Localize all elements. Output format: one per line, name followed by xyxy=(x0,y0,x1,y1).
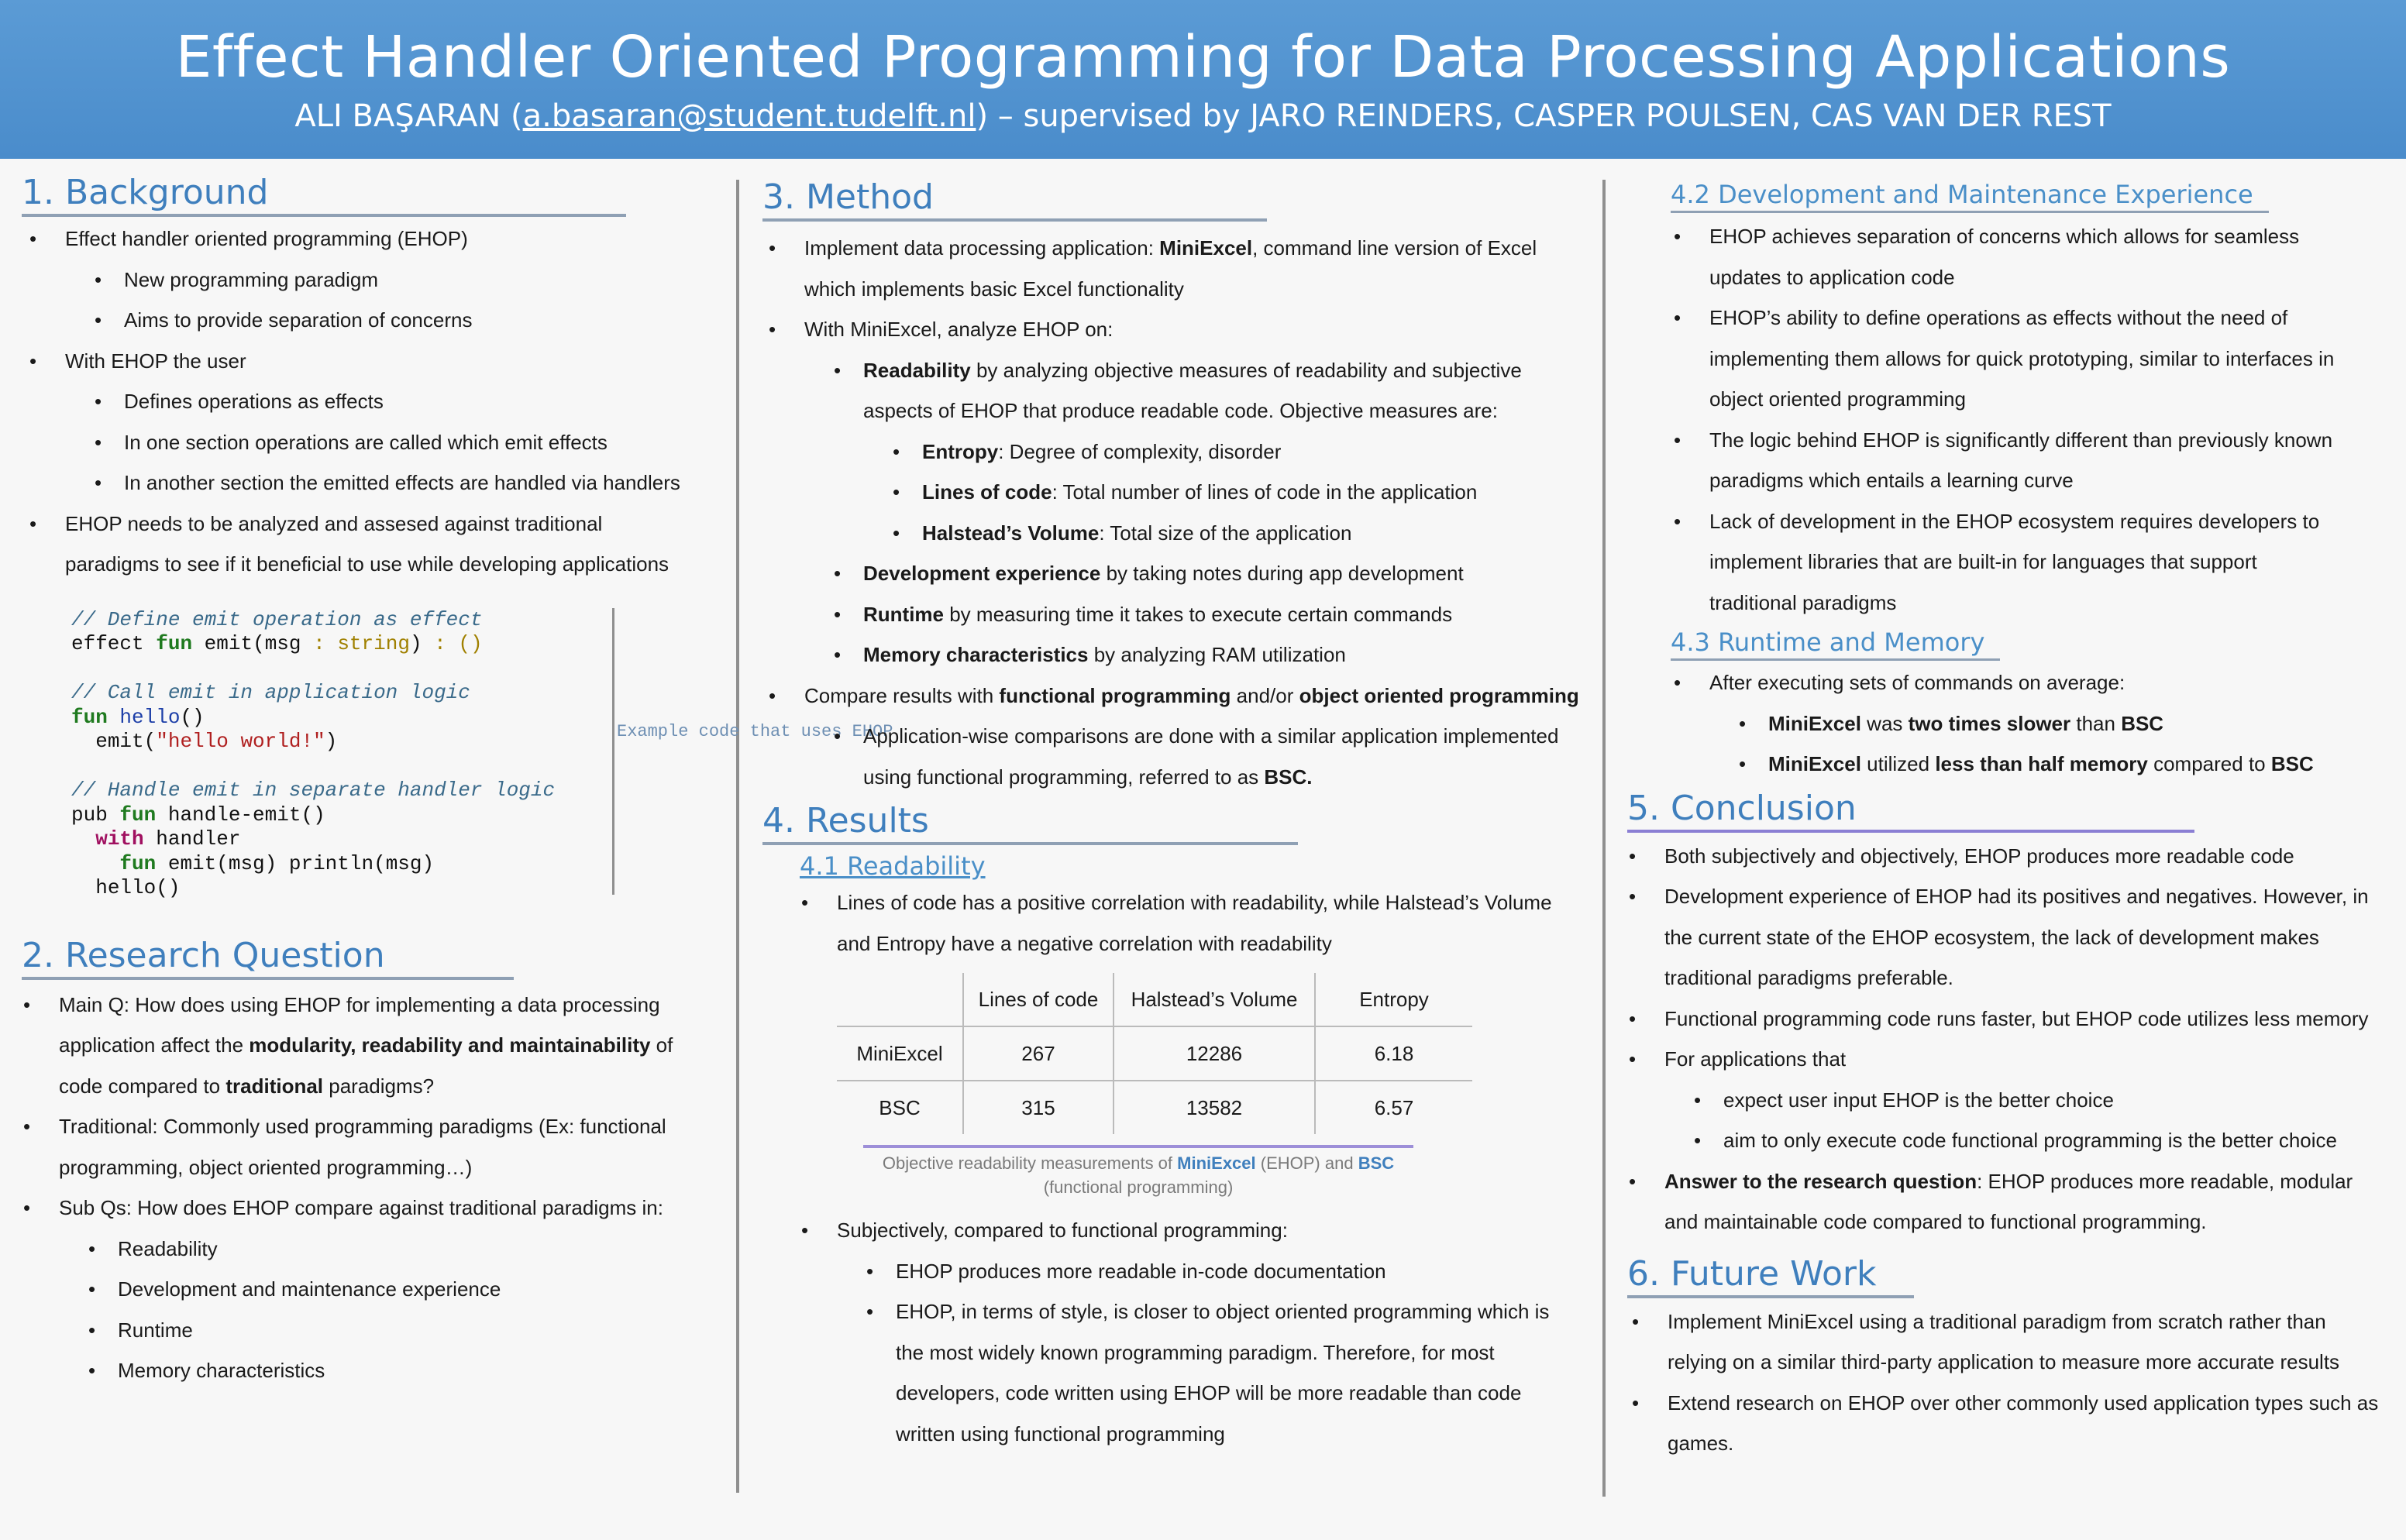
list-item: Readability by analyzing objective measu… xyxy=(834,350,1545,554)
background-list: Effect handler oriented programming (EHO… xyxy=(22,218,719,585)
list-item: EHOP achieves separation of concerns whi… xyxy=(1674,216,2345,297)
list-item: With EHOP the user Defines operations as… xyxy=(29,341,719,504)
table-cell: 13582 xyxy=(1113,1080,1315,1134)
author-name: ALI BAŞARAN xyxy=(294,98,501,134)
dev-maintenance-list: EHOP achieves separation of concerns whi… xyxy=(1627,216,2387,623)
poster-header: Effect Handler Oriented Programming for … xyxy=(0,0,2406,159)
list-item: Traditional: Commonly used programming p… xyxy=(23,1106,694,1188)
table-cell: 12286 xyxy=(1113,1026,1315,1081)
runtime-memory-list: After executing sets of commands on aver… xyxy=(1627,662,2387,785)
column-1: 1. Background Effect handler oriented pr… xyxy=(22,172,893,1391)
list-item: Implement data processing application: M… xyxy=(769,228,1564,309)
conclusion-list: Both subjectively and objectively, EHOP … xyxy=(1627,836,2387,1243)
list-item: expect user input EHOP is the better cho… xyxy=(1694,1080,2387,1121)
author-line: ALI BAŞARAN (a.basaran@student.tudelft.n… xyxy=(294,98,2112,134)
list-item: Sub Qs: How does EHOP compare against tr… xyxy=(23,1188,719,1391)
list-item: Entropy: Degree of complexity, disorder xyxy=(893,431,1545,473)
readability-subheading: 4.1 Readability xyxy=(800,851,986,881)
list-item: In another section the emitted effects a… xyxy=(95,462,719,504)
table-row: BSC 315 13582 6.57 xyxy=(837,1080,1472,1134)
column-divider-left xyxy=(736,180,739,1493)
list-item: Implement MiniExcel using a traditional … xyxy=(1632,1301,2388,1383)
readability-list: Lines of code has a positive correlation… xyxy=(762,882,1601,964)
list-item: Development and maintenance experience xyxy=(88,1269,719,1310)
list-item: EHOP’s ability to define operations as e… xyxy=(1674,297,2345,420)
table-cell: 6.57 xyxy=(1314,1080,1472,1134)
table-row: MiniExcel 267 12286 6.18 xyxy=(837,1026,1472,1081)
list-item: MiniExcel utilized less than half memory… xyxy=(1739,744,2387,785)
list-item: Application-wise comparisons are done wi… xyxy=(834,716,1607,797)
research-list: Main Q: How does using EHOP for implemen… xyxy=(22,985,719,1391)
table-header-row: Lines of code Halstead’s Volume Entropy xyxy=(837,973,1472,1026)
table-cell: 267 xyxy=(962,1026,1114,1081)
list-item: Runtime xyxy=(88,1310,719,1351)
list-item: Runtime by measuring time it takes to ex… xyxy=(834,594,1601,635)
code-divider xyxy=(612,607,614,895)
list-item: Lack of development in the EHOP ecosyste… xyxy=(1674,501,2345,624)
readability-table: Lines of code Halstead’s Volume Entropy … xyxy=(837,973,1472,1134)
list-item: Compare results with functional programm… xyxy=(769,675,1601,798)
table-header: Halstead’s Volume xyxy=(1113,973,1315,1026)
table-cell: MiniExcel xyxy=(837,1026,963,1081)
list-item: Aims to provide separation of concerns xyxy=(95,300,719,341)
list-item: Subjectively, compared to functional pro… xyxy=(801,1210,1601,1454)
column-2: 3. Method Implement data processing appl… xyxy=(762,172,1601,1454)
table-cell: BSC xyxy=(837,1080,963,1134)
table-cell: 315 xyxy=(962,1080,1114,1134)
author-email-link[interactable]: a.basaran@student.tudelft.nl xyxy=(523,98,976,134)
list-item: Effect handler oriented programming (EHO… xyxy=(29,218,719,341)
table-header: Lines of code xyxy=(962,973,1114,1026)
list-item: Lines of code has a positive correlation… xyxy=(801,882,1581,964)
list-item: Extend research on EHOP over other commo… xyxy=(1632,1383,2388,1464)
list-item: Lines of code: Total number of lines of … xyxy=(893,472,1545,513)
list-item: MiniExcel was two times slower than BSC xyxy=(1739,703,2387,744)
table-caption: Objective readability measurements of Mi… xyxy=(882,1153,1395,1197)
runtime-memory-heading: 4.3 Runtime and Memory xyxy=(1671,626,2001,661)
supervisors: – supervised by JARO REINDERS, CASPER PO… xyxy=(997,98,2112,134)
column-divider-right xyxy=(1602,180,1606,1497)
list-item: Halstead’s Volume: Total size of the app… xyxy=(893,513,1545,554)
list-item: aim to only execute code functional prog… xyxy=(1694,1120,2387,1161)
list-item: With MiniExcel, analyze EHOP on: Readabi… xyxy=(769,309,1601,675)
list-item: Readability xyxy=(88,1229,719,1270)
table-cell: 6.18 xyxy=(1314,1026,1472,1081)
future-work-heading: 6. Future Work xyxy=(1627,1253,1914,1298)
list-item: EHOP produces more readable in-code docu… xyxy=(866,1251,1601,1292)
code-example: // Define emit operation as effect effec… xyxy=(71,607,893,899)
list-item: Main Q: How does using EHOP for implemen… xyxy=(23,985,694,1107)
list-item: For applications that expect user input … xyxy=(1629,1039,2387,1161)
list-item: Development experience of EHOP had its p… xyxy=(1629,876,2393,999)
table-caption-divider xyxy=(863,1145,1413,1148)
list-item: Memory characteristics xyxy=(88,1350,719,1391)
list-item: Memory characteristics by analyzing RAM … xyxy=(834,634,1601,675)
list-item: EHOP needs to be analyzed and assesed ag… xyxy=(29,504,685,585)
column-3: 4.2 Development and Maintenance Experien… xyxy=(1627,172,2387,1464)
list-item: Answer to the research question: EHOP pr… xyxy=(1629,1161,2377,1243)
poster-title: Effect Handler Oriented Programming for … xyxy=(175,24,2231,91)
conclusion-heading: 5. Conclusion xyxy=(1627,788,2194,833)
list-item: In one section operations are called whi… xyxy=(95,422,719,463)
future-work-list: Implement MiniExcel using a traditional … xyxy=(1627,1301,2387,1464)
list-item: Functional programming code runs faster,… xyxy=(1629,999,2387,1040)
method-list: Implement data processing application: M… xyxy=(762,228,1601,797)
table-header: Entropy xyxy=(1314,973,1472,1026)
research-question-heading: 2. Research Question xyxy=(22,935,514,980)
list-item: EHOP, in terms of style, is closer to ob… xyxy=(866,1291,1578,1454)
list-item: New programming paradigm xyxy=(95,260,719,301)
results-heading: 4. Results xyxy=(762,800,1298,845)
list-item: Development experience by taking notes d… xyxy=(834,553,1601,594)
subjective-list: Subjectively, compared to functional pro… xyxy=(762,1210,1601,1454)
background-heading: 1. Background xyxy=(22,172,627,217)
method-heading: 3. Method xyxy=(762,177,1267,222)
list-item: Both subjectively and objectively, EHOP … xyxy=(1629,836,2387,877)
list-item: The logic behind EHOP is significantly d… xyxy=(1674,420,2345,501)
dev-maintenance-heading: 4.2 Development and Maintenance Experien… xyxy=(1671,178,2269,213)
list-item: After executing sets of commands on aver… xyxy=(1674,662,2387,785)
list-item: Defines operations as effects xyxy=(95,381,719,422)
